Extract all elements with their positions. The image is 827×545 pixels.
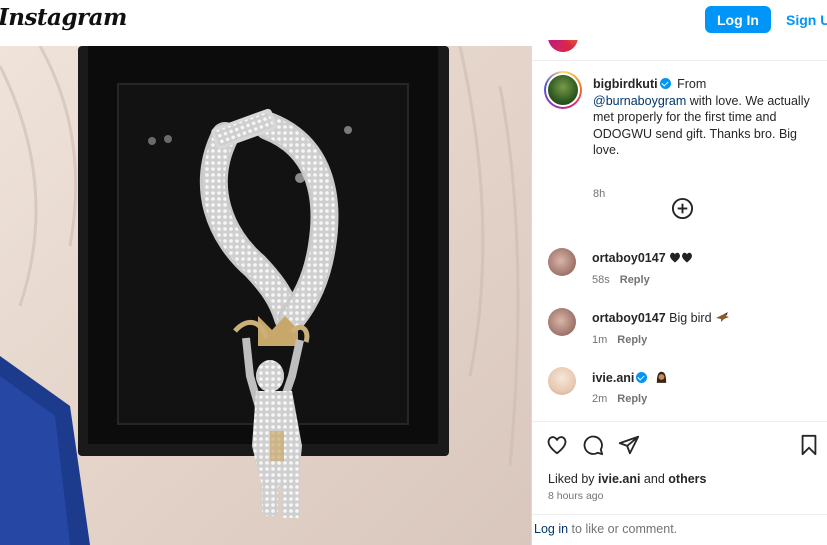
top-bar: Instagram Log In Sign Up (0, 0, 827, 46)
caption-mention[interactable]: @burnaboygram (593, 94, 686, 108)
like-heart-icon[interactable] (546, 434, 568, 456)
comment-time[interactable]: 1m (592, 334, 607, 346)
comment-avatar[interactable] (548, 367, 576, 395)
post-timestamp[interactable]: 8 hours ago (548, 490, 603, 502)
comment-avatar[interactable] (548, 248, 576, 276)
login-prompt: Log in to like or comment. (534, 522, 677, 536)
log-in-button[interactable]: Log In (705, 6, 771, 33)
comment-item: ortaboy0147 Big bird 1m Reply (548, 308, 818, 353)
person-emoji-icon (656, 371, 667, 383)
post-actions (546, 434, 822, 456)
divider (532, 60, 827, 61)
black-heart-icon (682, 252, 693, 263)
comment-item: ivie.ani 2m Reply (548, 367, 818, 412)
liked-by-prefix: Liked by (548, 472, 595, 486)
liked-by-others[interactable]: others (668, 472, 706, 486)
jewelry-photo (0, 46, 531, 545)
log-in-link[interactable]: Log in (534, 522, 568, 536)
comment-username[interactable]: ivie.ani (592, 371, 634, 385)
comment-bubble-icon[interactable] (582, 434, 604, 456)
comment-text: ivie.ani (592, 370, 669, 385)
divider (532, 514, 827, 515)
comment-item: ortaboy0147 58s Reply (548, 248, 818, 293)
comment-time[interactable]: 58s (592, 274, 610, 286)
reply-button[interactable]: Reply (617, 393, 647, 405)
comment-body: Big bird (669, 311, 712, 325)
load-more-comments-icon[interactable] (671, 197, 694, 220)
share-send-icon[interactable] (618, 434, 640, 456)
verified-badge-icon (659, 78, 671, 89)
likes-summary: Liked by ivie.ani and others (548, 472, 706, 486)
liked-by-user[interactable]: ivie.ani (598, 472, 640, 486)
liked-by-and: and (643, 472, 665, 486)
author-avatar[interactable] (544, 71, 582, 109)
reply-button[interactable]: Reply (620, 274, 650, 286)
caption-username[interactable]: bigbirdkuti (593, 77, 658, 91)
save-bookmark-icon[interactable] (798, 434, 820, 456)
divider (532, 421, 827, 422)
comment-text: ortaboy0147 Big bird (592, 311, 730, 325)
caption-text-before: From (677, 77, 707, 91)
reply-button[interactable]: Reply (617, 334, 647, 346)
bird-emoji-icon (716, 312, 730, 322)
verified-badge-icon (636, 372, 648, 383)
caption-timestamp[interactable]: 8h (593, 188, 605, 200)
comment-username[interactable]: ortaboy0147 (592, 311, 666, 325)
login-prompt-text: to like or comment. (571, 522, 678, 536)
comment-avatar[interactable] (548, 308, 576, 336)
comment-time[interactable]: 2m (592, 393, 607, 405)
post-side-panel: bigbirdkuti From @burnaboygram with love… (531, 40, 827, 545)
comment-meta: 58s Reply (592, 274, 650, 286)
comment-meta: 2m Reply (592, 393, 647, 405)
comment-text: ortaboy0147 (592, 251, 693, 265)
header-avatar[interactable] (548, 40, 578, 52)
comment-username[interactable]: ortaboy0147 (592, 251, 666, 265)
comment-meta: 1m Reply (592, 334, 647, 346)
post-image (0, 46, 531, 545)
black-heart-icon (670, 252, 681, 263)
instagram-logo[interactable]: Instagram (0, 4, 127, 31)
sign-up-link[interactable]: Sign Up (786, 12, 827, 28)
caption-text: bigbirdkuti From @burnaboygram with love… (593, 76, 823, 159)
